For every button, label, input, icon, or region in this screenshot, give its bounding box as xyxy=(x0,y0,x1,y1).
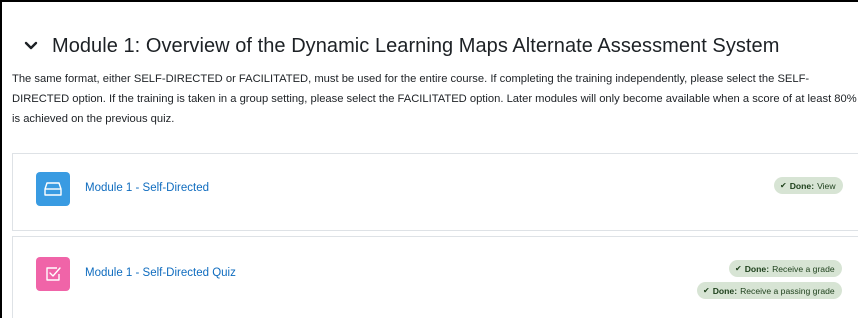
chevron-down-icon[interactable] xyxy=(22,37,40,55)
badge-label: Done: xyxy=(789,180,815,191)
activity-link[interactable]: Module 1 - Self-Directed xyxy=(85,182,209,194)
section-toggle[interactable]: Module 1: Overview of the Dynamic Learni… xyxy=(22,30,779,62)
section-summary: The same format, either SELF-DIRECTED or… xyxy=(12,73,857,125)
activity-item: Module 1 - Self-Directed ✔ Done: View xyxy=(12,154,858,230)
completion-badge: ✔ Done: Receive a grade xyxy=(729,260,842,277)
check-icon: ✔ xyxy=(703,286,710,295)
completion-badge: ✔ Done: View xyxy=(774,177,843,194)
divider xyxy=(12,230,858,231)
badge-label: Done: xyxy=(712,285,738,296)
check-icon: ✔ xyxy=(735,264,742,273)
badge-text: Receive a passing grade xyxy=(740,285,835,296)
page-icon[interactable] xyxy=(36,172,70,206)
activity-link[interactable]: Module 1 - Self-Directed Quiz xyxy=(85,267,236,279)
activity-item: Module 1 - Self-Directed Quiz ✔ Done: Re… xyxy=(12,237,858,318)
completion-badge: ✔ Done: Receive a passing grade xyxy=(697,282,842,299)
check-icon: ✔ xyxy=(780,181,787,190)
course-section: Module 1: Overview of the Dynamic Learni… xyxy=(0,0,858,318)
badge-text: View xyxy=(817,180,836,191)
quiz-icon[interactable] xyxy=(36,257,70,291)
badge-label: Done: xyxy=(744,263,770,274)
badge-text: Receive a grade xyxy=(772,263,835,274)
section-title: Module 1: Overview of the Dynamic Learni… xyxy=(52,34,780,57)
